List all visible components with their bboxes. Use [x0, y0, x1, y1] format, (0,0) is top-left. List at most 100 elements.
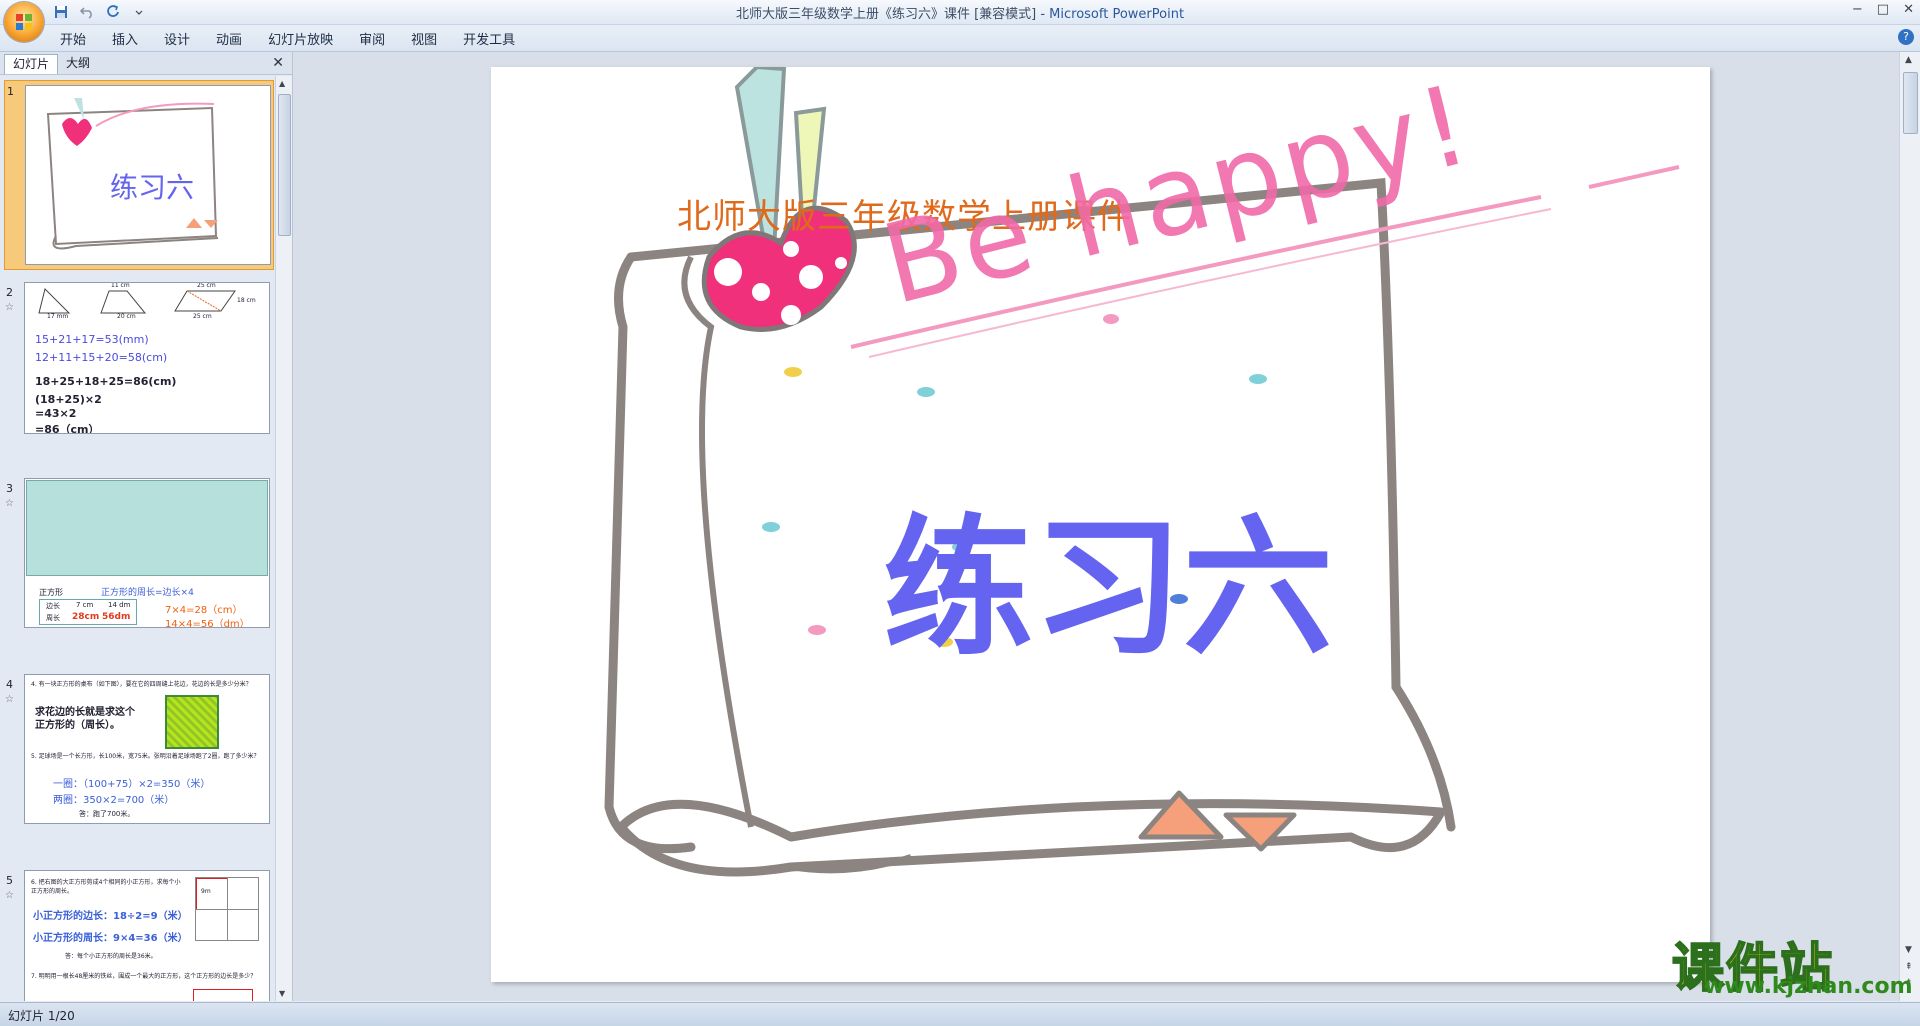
- slide-thumbnail-1[interactable]: 1 练习六: [4, 80, 274, 270]
- thumbnail-preview: 4. 有一块正方形的桌布（如下图），要在它的四周缝上花边，花边的长是多少分米？ …: [24, 674, 270, 824]
- scroll-up-icon[interactable]: ▲: [279, 79, 285, 88]
- answer-box: [193, 989, 253, 1001]
- divider: [196, 909, 258, 910]
- app-name: Microsoft PowerPoint: [1049, 7, 1185, 22]
- tab-developer[interactable]: 开发工具: [463, 29, 515, 48]
- table-cell: 56dm: [102, 612, 131, 622]
- calc-line: 12+11+15+20=58(cm): [35, 351, 168, 364]
- question: 7. 明明用一根长48厘米的铁丝，围成一个最大的正方形，这个正方形的边长是多少？: [31, 973, 257, 980]
- slide-title[interactable]: 练习六: [883, 467, 1333, 684]
- thumbnail-preview: 17 mm 11 cm 20 cm 25 cm 25 cm 18 cm 15+2…: [24, 282, 270, 434]
- office-logo-icon: [16, 14, 32, 30]
- slides-panel: 幻灯片 大纲 ✕ 1 练习六 2 ☆ 17 mm 11 cm 20 cm 25 …: [0, 52, 293, 1001]
- answer-text: 答：每个小正方形的周长是36米。: [65, 953, 157, 960]
- slide-thumbnail-2[interactable]: 2 ☆ 17 mm 11 cm 20 cm 25 cm 25 cm 18 cm …: [4, 282, 272, 434]
- calc-line: 15+21+17=53(mm): [35, 333, 149, 346]
- hint-line: 正方形的（周长）。: [35, 720, 120, 731]
- slide-thumbnail-5[interactable]: 5 ☆ 6. 把右图的大正方形剪成4个相同的小正方形，求每个小正方形的周长。 9…: [4, 870, 272, 1001]
- answer-line: 小正方形的边长：18÷2=9（米）: [33, 911, 188, 922]
- square-diagram: 9m: [195, 877, 259, 941]
- previous-slide-icon[interactable]: ⇞: [1905, 962, 1913, 972]
- animation-star-icon: ☆: [5, 498, 14, 509]
- slide-counter: 幻灯片 1/20: [8, 1009, 75, 1023]
- scroll-up-icon[interactable]: ▲: [1905, 55, 1912, 65]
- watermark-url: www.kjzhan.com: [1704, 974, 1913, 999]
- table-cell: 28cm: [72, 612, 100, 622]
- window-controls: − □ ✕: [1852, 2, 1914, 17]
- office-button[interactable]: [4, 2, 44, 42]
- slide-number: 3: [6, 482, 13, 495]
- thumbnail-preview: 正方形 正方形的周长=边长×4 边长 7 cm 14 dm 周长 28cm 56…: [24, 478, 270, 628]
- tab-animations[interactable]: 动画: [216, 29, 242, 48]
- site-watermark: 课件站 www.kjzhan.com: [1664, 926, 1913, 1000]
- slide-number: 4: [6, 678, 13, 691]
- tab-slides[interactable]: 幻灯片: [4, 54, 59, 74]
- slide-number: 1: [7, 85, 14, 98]
- scroll-thumb[interactable]: [278, 94, 291, 236]
- tab-insert[interactable]: 插入: [112, 29, 138, 48]
- maximize-button[interactable]: □: [1877, 2, 1889, 17]
- animation-star-icon: ☆: [5, 890, 14, 901]
- status-bar: 幻灯片 1/20: [0, 1002, 1920, 1026]
- answer-text: 答：跑了700米。: [79, 810, 135, 818]
- answer-line: 7×4=28（cm）: [165, 605, 243, 616]
- question: 5. 足球场是一个长方形，长100米，宽75米。张明沿着足球场跑了2圈，跑了多少…: [31, 753, 260, 760]
- tab-review[interactable]: 审阅: [359, 29, 385, 48]
- slide-thumbnail-3[interactable]: 3 ☆ 正方形 正方形的周长=边长×4 边长 7 cm 14 dm 周长 28c…: [4, 478, 272, 628]
- calc-line: (18+25)×2: [35, 393, 102, 406]
- tab-home[interactable]: 开始: [60, 29, 86, 48]
- slide-number: 5: [6, 874, 13, 887]
- thumbnail-preview: 练习六: [25, 85, 271, 265]
- slide-thumbnail-4[interactable]: 4 ☆ 4. 有一块正方形的桌布（如下图），要在它的四周缝上花边，花边的长是多少…: [4, 674, 272, 824]
- calc-line: =86（cm）: [35, 423, 100, 434]
- thumbnail-preview: 6. 把右图的大正方形剪成4个相同的小正方形，求每个小正方形的周长。 9m 小正…: [24, 870, 270, 1001]
- formula: 正方形的周长=边长×4: [101, 588, 194, 598]
- answer-line: 一圈：（100+75）×2=350（米）: [53, 779, 211, 790]
- slide-thumbnails: 1 练习六 2 ☆ 17 mm 11 cm 20 cm 25 cm 25 cm …: [0, 76, 276, 1001]
- shape-label: 11 cm: [111, 282, 130, 289]
- minimize-button[interactable]: −: [1852, 2, 1863, 17]
- tab-outline[interactable]: 大纲: [58, 54, 98, 73]
- document-title: 北师大版三年级数学上册《练习六》课件 [兼容模式] -: [735, 7, 1050, 22]
- panel-scrollbar[interactable]: ▲ ▼: [275, 76, 292, 1001]
- shape-label: 20 cm: [117, 313, 136, 320]
- scroll-down-icon[interactable]: ▼: [1905, 945, 1912, 955]
- shape-label: 18 cm: [237, 297, 256, 304]
- slide-number: 2: [6, 286, 13, 299]
- tab-view[interactable]: 视图: [411, 29, 437, 48]
- scroll-thumb[interactable]: [1903, 72, 1918, 134]
- help-icon[interactable]: ?: [1898, 29, 1914, 45]
- current-slide[interactable]: 北师大版三年级数学上册课件 Be happy! 练习六: [491, 67, 1710, 982]
- editor-scrollbar[interactable]: ▲ ▼ ⇞ ⇟: [1899, 52, 1920, 1001]
- title-bar: 北师大版三年级数学上册《练习六》课件 [兼容模式] - Microsoft Po…: [0, 0, 1920, 25]
- table-cell: 边长: [46, 602, 60, 610]
- animation-star-icon: ☆: [5, 694, 14, 705]
- calc-line: =43×2: [35, 407, 77, 420]
- tab-design[interactable]: 设计: [164, 29, 190, 48]
- answer-line: 14×4=56（dm）: [165, 619, 250, 628]
- shape-label: 25 cm: [197, 282, 216, 289]
- shape-label: 17 mm: [47, 313, 69, 320]
- animation-star-icon: ☆: [5, 302, 14, 313]
- calc-line: 18+25+18+25=86(cm): [35, 375, 177, 388]
- panel-tabs: 幻灯片 大纲 ✕: [0, 52, 292, 75]
- shape-name: 正方形: [39, 588, 63, 597]
- table-cell: 14 dm: [108, 601, 131, 609]
- close-button[interactable]: ✕: [1903, 2, 1914, 17]
- table-cell: 7 cm: [76, 601, 94, 609]
- close-panel-icon[interactable]: ✕: [272, 55, 284, 71]
- data-table: 边长 7 cm 14 dm 周长 28cm 56dm: [39, 599, 137, 625]
- answer-line: 小正方形的周长：9×4=36（米）: [33, 933, 188, 944]
- tab-slideshow[interactable]: 幻灯片放映: [268, 29, 333, 48]
- tablecloth-image: [165, 695, 219, 749]
- thumbnail-image-block: [26, 480, 268, 576]
- thumbnail-title: 练习六: [110, 171, 195, 204]
- grid-label: 9m: [201, 888, 211, 895]
- ribbon-tabs: 开始 插入 设计 动画 幻灯片放映 审阅 视图 开发工具 ?: [0, 25, 1920, 52]
- question: 4. 有一块正方形的桌布（如下图），要在它的四周缝上花边，花边的长是多少分米？: [31, 681, 252, 688]
- window-title: 北师大版三年级数学上册《练习六》课件 [兼容模式] - Microsoft Po…: [0, 3, 1920, 22]
- question: 6. 把右图的大正方形剪成4个相同的小正方形，求每个小正方形的周长。: [31, 879, 181, 895]
- shape-label: 25 cm: [193, 313, 212, 320]
- answer-line: 两圈：350×2=700（米）: [53, 795, 175, 806]
- scroll-down-icon[interactable]: ▼: [279, 989, 285, 998]
